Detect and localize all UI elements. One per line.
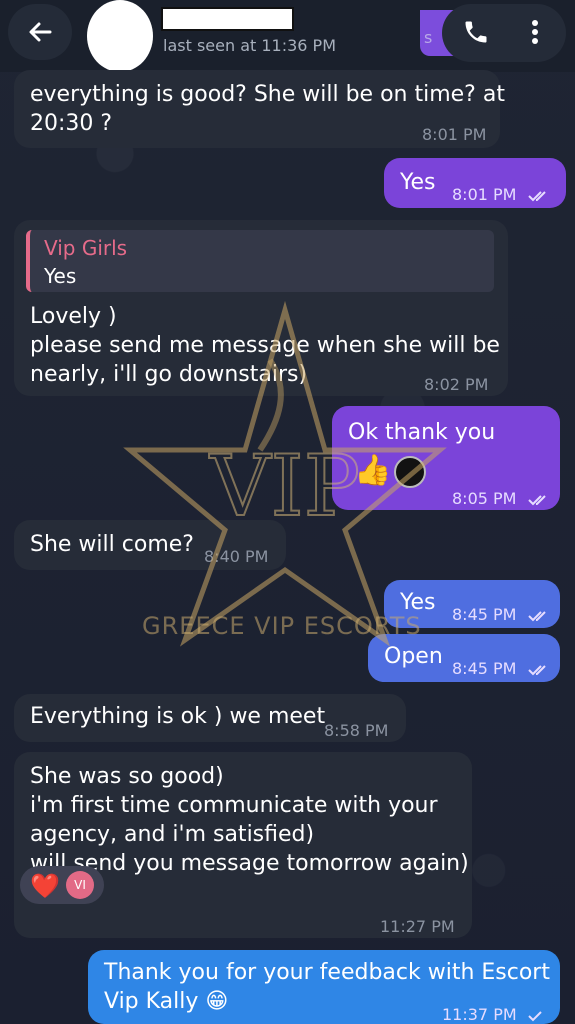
message-incoming[interactable]: Everything is ok ) we meet 8:58 PM: [14, 694, 406, 742]
message-incoming[interactable]: everything is good? She will be on time?…: [14, 70, 505, 148]
back-arrow-icon: [29, 22, 52, 42]
thumbs-up-icon: 👍: [354, 453, 392, 488]
watermark-text: GREECE VIP ESCORTS: [142, 612, 422, 640]
message-text: Open: [384, 644, 443, 669]
message-text: Ok thank you: [348, 420, 496, 445]
message-time: 8:40 PM: [204, 547, 269, 566]
double-check-icon: [527, 664, 546, 675]
message-time: 8:45 PM: [452, 654, 550, 683]
message-time: 8:45 PM: [452, 600, 550, 629]
header-partial-text: s: [424, 28, 433, 47]
double-check-icon: [527, 610, 546, 621]
message-time: 8:01 PM: [452, 180, 550, 209]
last-seen-status: last seen at 11:36 PM: [163, 36, 337, 55]
more-vertical-icon: [532, 20, 538, 44]
reaction-pill[interactable]: ❤️ VI: [20, 866, 104, 904]
back-button[interactable]: [8, 4, 72, 60]
message-time: 8:01 PM: [422, 125, 487, 144]
call-button[interactable]: [456, 14, 496, 50]
message-incoming[interactable]: She will come? 8:40 PM: [14, 520, 286, 570]
message-text: She will come?: [30, 532, 194, 557]
message-text: Yes: [400, 170, 436, 195]
message-outgoing[interactable]: Open 8:45 PM: [368, 634, 560, 682]
message-incoming-reply[interactable]: Vip Girls Yes Lovely ) please send me me…: [14, 220, 508, 396]
chat-header: last seen at 11:36 PM s: [0, 0, 575, 72]
contact-name-redacted[interactable]: [161, 7, 294, 31]
reply-text: Yes: [44, 264, 77, 288]
message-outgoing[interactable]: Thank you for your feedback with Escort …: [88, 950, 560, 1024]
message-time: 11:27 PM: [380, 917, 455, 936]
single-check-icon: [528, 1010, 542, 1021]
message-text: She was so good) i'm first time communic…: [30, 764, 469, 876]
message-time: 8:05 PM: [452, 484, 550, 513]
message-incoming[interactable]: She was so good) i'm first time communic…: [14, 752, 472, 938]
message-outgoing[interactable]: Yes 8:01 PM: [384, 158, 566, 208]
heart-icon: ❤️: [30, 872, 60, 900]
message-time: 8:58 PM: [324, 721, 389, 740]
phone-icon: [465, 21, 487, 43]
message-text: Everything is ok ) we meet: [30, 704, 326, 729]
double-check-icon: [527, 190, 546, 201]
message-time: 8:02 PM: [424, 375, 489, 394]
reply-author: Vip Girls: [44, 236, 128, 260]
double-check-icon: [527, 494, 546, 505]
contact-avatar[interactable]: [87, 0, 153, 72]
reaction-avatar: [394, 456, 426, 488]
more-options-button[interactable]: [520, 12, 550, 52]
message-time: 11:37 PM: [442, 1000, 542, 1024]
reply-quote[interactable]: Vip Girls Yes: [26, 230, 494, 292]
message-outgoing[interactable]: Ok thank you 👍 8:05 PM: [332, 406, 560, 510]
reaction-user-avatar: VI: [66, 871, 94, 899]
